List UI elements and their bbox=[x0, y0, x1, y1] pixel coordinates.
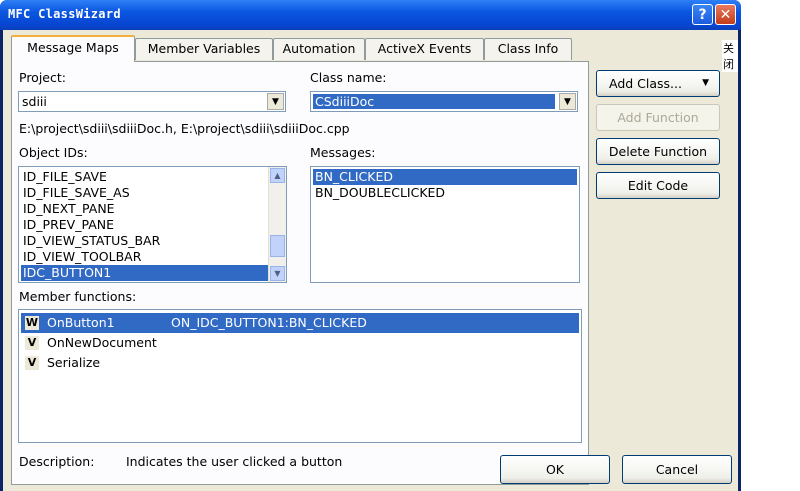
tab-class-info[interactable]: Class Info bbox=[484, 38, 572, 60]
description-text: Indicates the user clicked a button bbox=[126, 454, 343, 469]
function-map: ON_IDC_BUTTON1:BN_CLICKED bbox=[171, 315, 367, 330]
dialog-client: Message Maps Member Variables Automation… bbox=[3, 30, 738, 491]
object-ids-scrollbar[interactable]: ▲ ▼ bbox=[268, 167, 286, 282]
tab-automation[interactable]: Automation bbox=[273, 38, 365, 60]
table-row[interactable]: V Serialize bbox=[21, 353, 579, 373]
list-item[interactable]: ID_PREV_PANE bbox=[21, 217, 269, 233]
tab-member-variables[interactable]: Member Variables bbox=[135, 38, 273, 60]
function-name: OnButton1 bbox=[47, 315, 115, 330]
scroll-thumb[interactable] bbox=[270, 235, 285, 257]
list-item[interactable]: ID_FILE_SAVE_AS bbox=[21, 185, 269, 201]
chevron-down-icon[interactable]: ▼ bbox=[559, 93, 576, 110]
edit-code-button[interactable]: Edit Code bbox=[596, 172, 720, 199]
member-functions-label: Member functions: bbox=[19, 289, 137, 304]
table-row[interactable]: V OnNewDocument bbox=[21, 333, 579, 353]
scroll-down-icon[interactable]: ▼ bbox=[270, 266, 285, 281]
project-label: Project: bbox=[19, 70, 66, 85]
ok-button[interactable]: OK bbox=[500, 455, 610, 484]
wizard-function-icon: W bbox=[25, 316, 39, 330]
member-functions-list[interactable]: W OnButton1 ON_IDC_BUTTON1:BN_CLICKED V … bbox=[18, 309, 582, 443]
chevron-down-icon[interactable]: ▼ bbox=[267, 93, 284, 110]
add-class-label: Add Class... bbox=[609, 76, 682, 91]
list-item[interactable]: ID_VIEW_STATUS_BAR bbox=[21, 233, 269, 249]
virtual-function-icon: V bbox=[25, 356, 39, 370]
classwizard-window: MFC ClassWizard ? ✕ Message Maps Member … bbox=[0, 0, 741, 491]
list-item[interactable]: ID_NEXT_PANE bbox=[21, 201, 269, 217]
title-bar[interactable]: MFC ClassWizard ? ✕ bbox=[0, 0, 741, 30]
project-value: sdiii bbox=[22, 94, 47, 109]
help-button[interactable]: ? bbox=[692, 4, 713, 25]
object-ids-list[interactable]: ID_FILE_SAVE ID_FILE_SAVE_AS ID_NEXT_PAN… bbox=[18, 166, 287, 283]
dropdown-arrow-icon: ▼ bbox=[702, 78, 709, 88]
table-row[interactable]: W OnButton1 ON_IDC_BUTTON1:BN_CLICKED bbox=[21, 313, 579, 333]
side-cropped-text: 关闭 bbox=[722, 40, 738, 72]
class-name-label: Class name: bbox=[310, 70, 387, 85]
function-name: Serialize bbox=[47, 355, 101, 370]
tab-message-maps[interactable]: Message Maps bbox=[11, 35, 135, 62]
object-ids-label: Object IDs: bbox=[19, 145, 88, 160]
project-combo[interactable]: sdiii ▼ bbox=[18, 91, 286, 112]
list-item[interactable]: BN_DOUBLECLICKED bbox=[313, 185, 577, 201]
messages-list[interactable]: BN_CLICKED BN_DOUBLECLICKED bbox=[310, 166, 580, 283]
list-item-selected[interactable]: IDC_BUTTON1 bbox=[21, 265, 269, 281]
tab-activex-events[interactable]: ActiveX Events bbox=[365, 38, 484, 60]
list-item[interactable]: ID_VIEW_TOOLBAR bbox=[21, 249, 269, 265]
virtual-function-icon: V bbox=[25, 336, 39, 350]
delete-function-button[interactable]: Delete Function bbox=[596, 138, 720, 165]
file-path-text: E:\project\sdiii\sdiiiDoc.h, E:\project\… bbox=[19, 121, 350, 136]
add-function-button[interactable]: Add Function bbox=[596, 104, 720, 131]
scroll-up-icon[interactable]: ▲ bbox=[270, 168, 285, 183]
function-name: OnNewDocument bbox=[47, 335, 157, 350]
close-button[interactable]: ✕ bbox=[715, 4, 736, 25]
list-item-selected[interactable]: BN_CLICKED bbox=[313, 169, 577, 185]
messages-label: Messages: bbox=[310, 145, 376, 160]
message-maps-pane: Project: sdiii ▼ Class name: CSdiiiDoc ▼… bbox=[11, 61, 589, 485]
add-class-button[interactable]: Add Class... ▼ bbox=[596, 70, 720, 97]
window-title: MFC ClassWizard bbox=[8, 7, 121, 21]
class-name-combo[interactable]: CSdiiiDoc ▼ bbox=[310, 91, 578, 112]
list-item[interactable]: ID_FILE_SAVE bbox=[21, 169, 269, 185]
cancel-button[interactable]: Cancel bbox=[622, 455, 732, 484]
class-name-value: CSdiiiDoc bbox=[313, 94, 555, 109]
description-label: Description: bbox=[19, 454, 95, 469]
